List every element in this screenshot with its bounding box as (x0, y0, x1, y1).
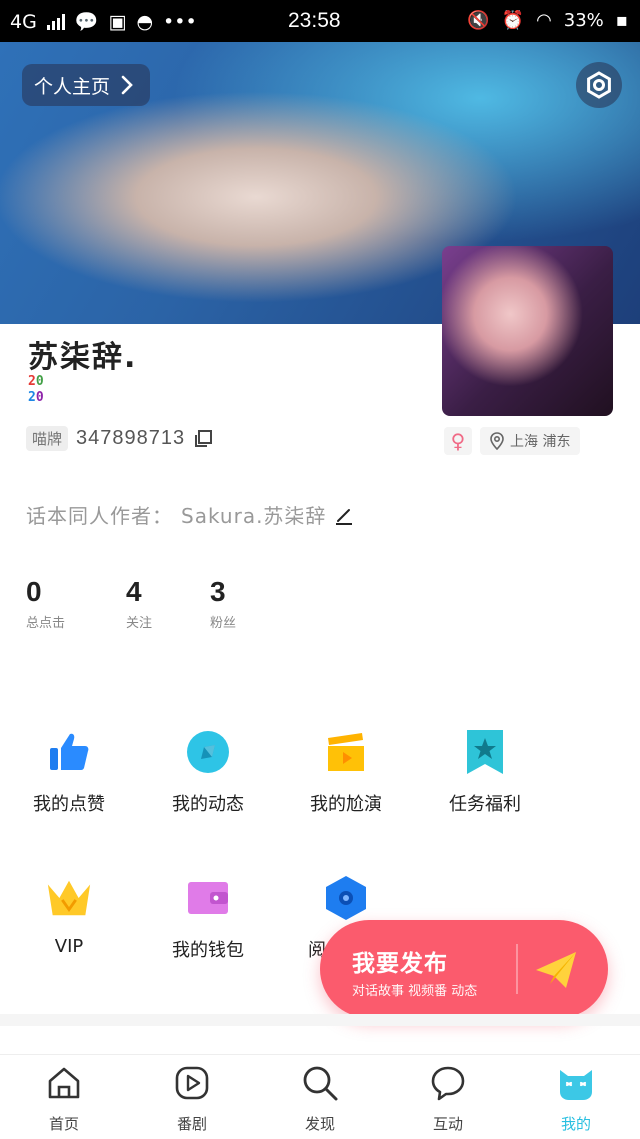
gear-icon (587, 71, 611, 99)
android-icon: ◓ (136, 10, 154, 33)
alarm-icon: ⏰ (501, 10, 525, 31)
menu-my-moments[interactable]: 我的动态 (148, 728, 268, 816)
author-value: Sakura.苏柒辞 (181, 504, 327, 528)
stat-value: 0 (26, 576, 42, 607)
user-name: 苏柒辞. (28, 340, 138, 375)
stat-clicks[interactable]: 0 总点击 (26, 576, 65, 631)
stat-label: 总点击 (26, 616, 66, 631)
location-label: 上海 浦东 (510, 434, 571, 450)
section-divider (0, 1014, 640, 1026)
location-chip: 上海 浦东 (480, 427, 581, 455)
tab-home[interactable]: 首页 (0, 1055, 128, 1139)
copy-icon[interactable] (193, 429, 213, 449)
avatar[interactable] (442, 246, 613, 416)
menu-label: 我的钱包 (172, 940, 244, 961)
author-label: 话本同人作者： (26, 504, 173, 528)
status-time: 23:58 (288, 9, 341, 32)
app-icon: ▪ (615, 10, 628, 31)
home-icon (48, 1067, 80, 1099)
compass-icon (187, 731, 229, 773)
menu-vip[interactable]: VIP (9, 874, 129, 957)
more-icon: ••• (163, 10, 197, 33)
paper-plane-icon (536, 952, 576, 988)
play-icon (175, 1066, 209, 1100)
menu-label: 我的动态 (172, 794, 244, 815)
bottom-tab-bar: 首页 番剧 发现 互动 我的 (0, 1054, 640, 1139)
menu-my-likes[interactable]: 我的点赞 (9, 728, 129, 816)
thumbs-up-icon (50, 733, 89, 770)
menu-label: 我的点赞 (33, 794, 105, 815)
status-right: 🔇 ⏰ ◠ 33% ▪ (467, 10, 628, 31)
location-pin-icon (490, 432, 504, 450)
stat-value: 4 (126, 576, 142, 607)
hexagon-icon (326, 876, 366, 920)
tab-label: 发现 (304, 1115, 335, 1133)
id-number: 347898713 (76, 427, 186, 449)
battery-label: 33% (563, 10, 604, 31)
cat-face-icon (560, 1070, 592, 1100)
tab-label: 互动 (432, 1115, 463, 1133)
stat-followers[interactable]: 3 粉丝 (210, 576, 236, 631)
wallet-icon (188, 882, 228, 914)
id-tag: 喵牌 (26, 426, 69, 451)
menu-label: 任务福利 (449, 794, 521, 815)
sim-icon: ▣ (108, 10, 127, 33)
tab-series[interactable]: 番剧 (128, 1055, 256, 1139)
bookmark-star-icon (467, 730, 503, 774)
tab-mine[interactable]: 我的 (512, 1055, 640, 1139)
edit-icon[interactable] (334, 505, 354, 525)
chat-icon: 💬 (74, 11, 99, 33)
female-icon: ♀ (450, 429, 466, 453)
network-label: 4G (10, 10, 37, 33)
stat-label: 关注 (126, 616, 153, 631)
search-icon (303, 1066, 338, 1101)
tab-label: 番剧 (176, 1115, 207, 1133)
tab-label: 首页 (48, 1115, 79, 1133)
stat-value: 3 (210, 576, 226, 607)
author-line[interactable]: 话本同人作者： Sakura.苏柒辞 (26, 500, 354, 529)
tab-interact[interactable]: 互动 (384, 1055, 512, 1139)
badge-2020-icon: 20 20 (28, 374, 44, 405)
stat-label: 粉丝 (210, 616, 237, 631)
mute-icon: 🔇 (467, 10, 490, 31)
wifi-icon: ◠ (536, 10, 552, 31)
menu-my-wallet[interactable]: 我的钱包 (148, 874, 268, 962)
publish-subtitle: 对话故事 视频番 动态 (352, 984, 478, 999)
chat-bubble-icon (431, 1066, 465, 1101)
stat-following[interactable]: 4 关注 (126, 576, 152, 631)
signal-icon (46, 13, 65, 30)
status-bar: 4G 💬 ▣ ◓ ••• 23:58 🔇 ⏰ ◠ 33% ▪ (0, 0, 640, 42)
menu-label: 我的尬演 (310, 794, 382, 815)
tab-label: 我的 (560, 1115, 591, 1133)
settings-button[interactable] (576, 62, 622, 108)
menu-label: VIP (54, 936, 84, 957)
menu-my-acting[interactable]: 我的尬演 (286, 728, 406, 816)
gender-chip: ♀ (444, 427, 472, 455)
publish-title: 我要发布 (352, 951, 448, 977)
tab-discover[interactable]: 发现 (256, 1055, 384, 1139)
home-page-label: 个人主页 (34, 75, 111, 98)
clapperboard-icon (328, 733, 364, 771)
publish-button[interactable]: 我要发布 对话故事 视频番 动态 (320, 920, 608, 1018)
home-page-button[interactable]: 个人主页 (22, 64, 151, 106)
publish-divider (516, 944, 518, 994)
status-left: 4G 💬 ▣ ◓ ••• (10, 10, 197, 34)
chevron-right-icon (121, 75, 133, 95)
crown-icon (47, 880, 91, 916)
id-row: 喵牌 347898713 (26, 426, 213, 451)
menu-task-rewards[interactable]: 任务福利 (425, 728, 545, 816)
